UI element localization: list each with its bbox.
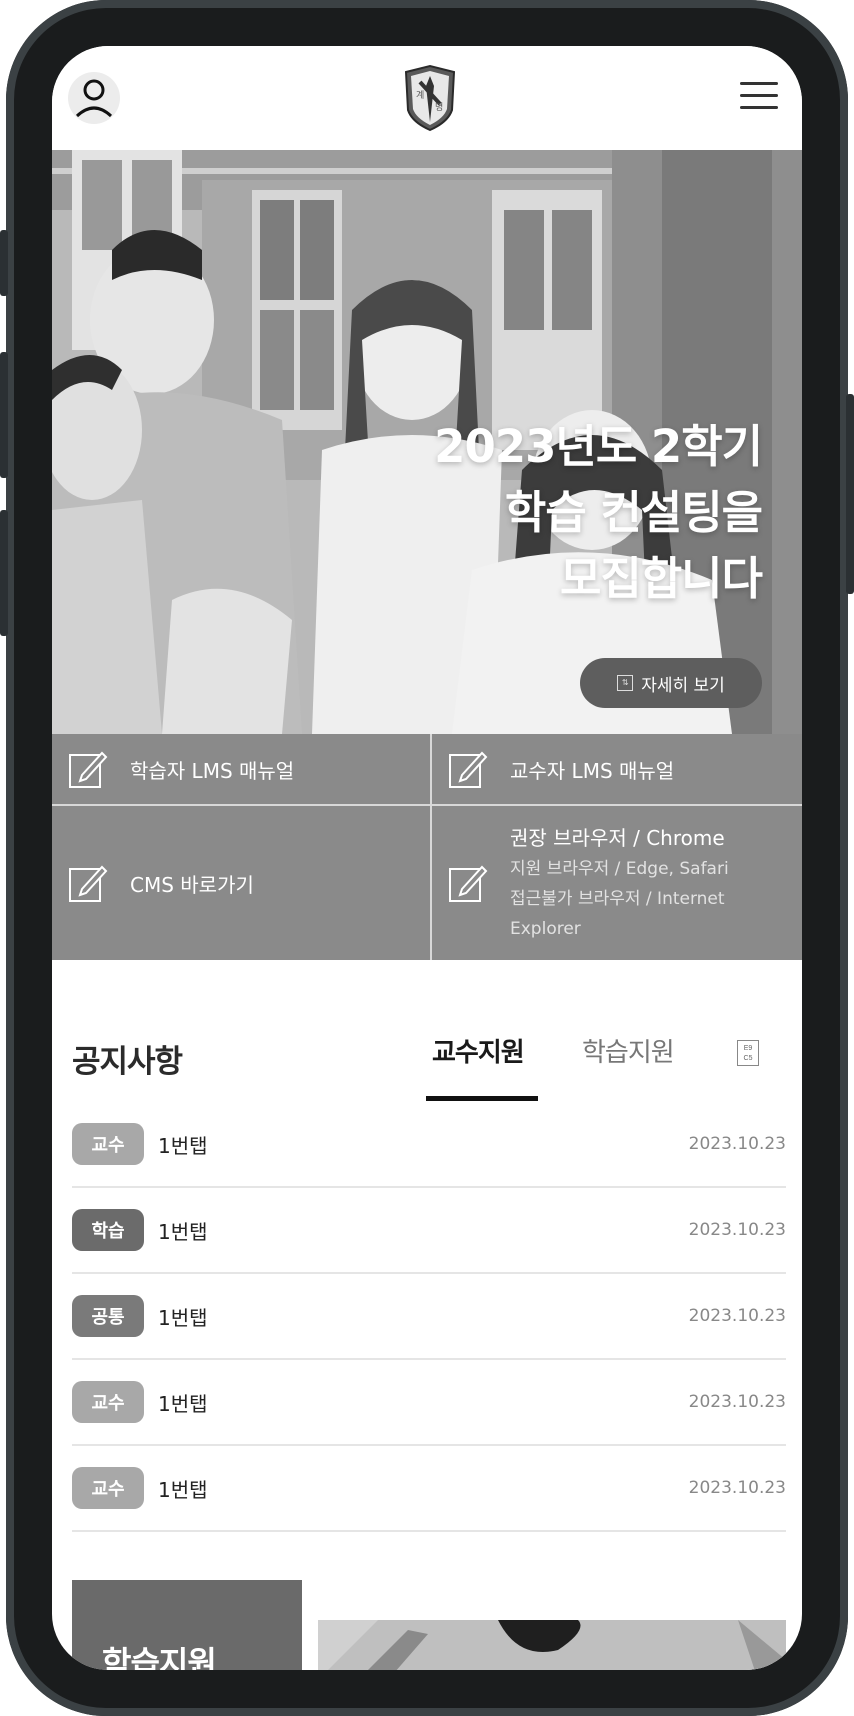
learner-lms-manual-label: 학습자 LMS 매뉴얼: [130, 758, 295, 783]
edit-icon: [69, 751, 108, 788]
notice-title: 공지사항: [72, 1044, 183, 1080]
unsupported-browser-cont: Explorer: [510, 919, 581, 939]
browser-info: 권장 브라우저 / Chrome 지원 브라우저 / Edge, Safari …: [510, 822, 729, 944]
notice-text: 1번탭: [158, 1219, 208, 1244]
notice-date: 2023.10.23: [688, 1392, 786, 1412]
active-tab-indicator: [426, 1096, 538, 1101]
notice-date: 2023.10.23: [688, 1134, 786, 1154]
user-profile-button[interactable]: [68, 72, 120, 124]
notice-list: 교수 1번탭 2023.10.23 학습 1번탭 2023.10.23 공통 1…: [72, 1102, 786, 1532]
category-badge: 교수: [72, 1467, 144, 1509]
logo-text-top: 계: [416, 89, 424, 101]
link-icon: ⇅: [617, 675, 634, 691]
learning-support-image: [318, 1620, 786, 1670]
browser-info-panel: 권장 브라우저 / Chrome 지원 브라우저 / Edge, Safari …: [432, 806, 802, 960]
notice-date: 2023.10.23: [688, 1478, 786, 1498]
notice-date: 2023.10.23: [688, 1220, 786, 1240]
cms-shortcut-label: CMS 바로가기: [130, 872, 254, 897]
phone-power-button: [846, 394, 854, 594]
view-details-label: 자세히 보기: [641, 675, 725, 696]
phone-volume-down: [0, 510, 8, 636]
notice-row[interactable]: 학습 1번탭 2023.10.23: [72, 1188, 786, 1274]
quick-links-grid: 학습자 LMS 매뉴얼 교수자 LMS 매뉴얼 CMS 바로가기 권장 브라우저…: [52, 734, 802, 960]
notice-row[interactable]: 교수 1번탭 2023.10.23: [72, 1360, 786, 1446]
category-badge: 교수: [72, 1123, 144, 1165]
category-badge: 학습: [72, 1209, 144, 1251]
notice-text: 1번탭: [158, 1305, 208, 1330]
more-icon[interactable]: E9 C5: [737, 1040, 759, 1066]
hero-title: 2023년도 2학기 학습 컨설팅을 모집합니다: [434, 414, 763, 612]
app-header: 계 명: [52, 46, 802, 150]
hero-title-line: 모집합니다: [559, 552, 763, 605]
logo-text-bottom: 명: [435, 102, 443, 113]
menu-line: [740, 106, 778, 109]
menu-line: [740, 82, 778, 85]
user-icon: [75, 79, 113, 118]
category-badge: 교수: [72, 1381, 144, 1423]
hero-banner: 2023년도 2학기 학습 컨설팅을 모집합니다 ⇅ 자세히 보기: [52, 150, 802, 734]
supported-browser: 지원 브라우저 / Edge, Safari: [510, 859, 729, 879]
tab-learning-support[interactable]: 학습지원: [582, 1032, 675, 1069]
unsupported-browser: 접근불가 브라우저 / Internet: [510, 889, 725, 909]
notice-row[interactable]: 교수 1번탭 2023.10.23: [72, 1446, 786, 1532]
view-details-button[interactable]: ⇅ 자세히 보기: [580, 658, 762, 708]
category-badge: 공통: [72, 1295, 144, 1337]
phone-volume-up: [0, 352, 8, 478]
notice-text: 1번탭: [158, 1391, 208, 1416]
edit-icon: [69, 865, 108, 902]
notice-date: 2023.10.23: [688, 1306, 786, 1326]
learner-lms-manual-link[interactable]: 학습자 LMS 매뉴얼: [52, 734, 430, 804]
menu-line: [740, 94, 778, 97]
university-logo[interactable]: 계 명: [402, 64, 458, 132]
learning-support-title: 학습지원: [102, 1644, 217, 1670]
tab-professor-support[interactable]: 교수지원: [432, 1032, 525, 1069]
app-screen: 계 명 2023년도 2학기 학습 컨설팅을 모집합니다 ⇅ 자세히 보기 학습…: [52, 46, 802, 1670]
cms-shortcut-link[interactable]: CMS 바로가기: [52, 806, 430, 960]
hamburger-menu-button[interactable]: [740, 80, 780, 112]
notice-row[interactable]: 공통 1번탭 2023.10.23: [72, 1274, 786, 1360]
edit-icon: [449, 751, 488, 788]
notice-text: 1번탭: [158, 1477, 208, 1502]
hero-title-line: 학습 컨설팅을: [504, 486, 763, 539]
edit-icon: [449, 865, 488, 902]
professor-lms-manual-link[interactable]: 교수자 LMS 매뉴얼: [432, 734, 802, 804]
hero-title-line: 2023년도 2학기: [434, 420, 763, 473]
notice-row[interactable]: 교수 1번탭 2023.10.23: [72, 1102, 786, 1188]
phone-side-button: [0, 230, 8, 296]
recommended-browser: 권장 브라우저 / Chrome: [510, 826, 725, 850]
professor-lms-manual-label: 교수자 LMS 매뉴얼: [510, 758, 675, 783]
notice-text: 1번탭: [158, 1133, 208, 1158]
